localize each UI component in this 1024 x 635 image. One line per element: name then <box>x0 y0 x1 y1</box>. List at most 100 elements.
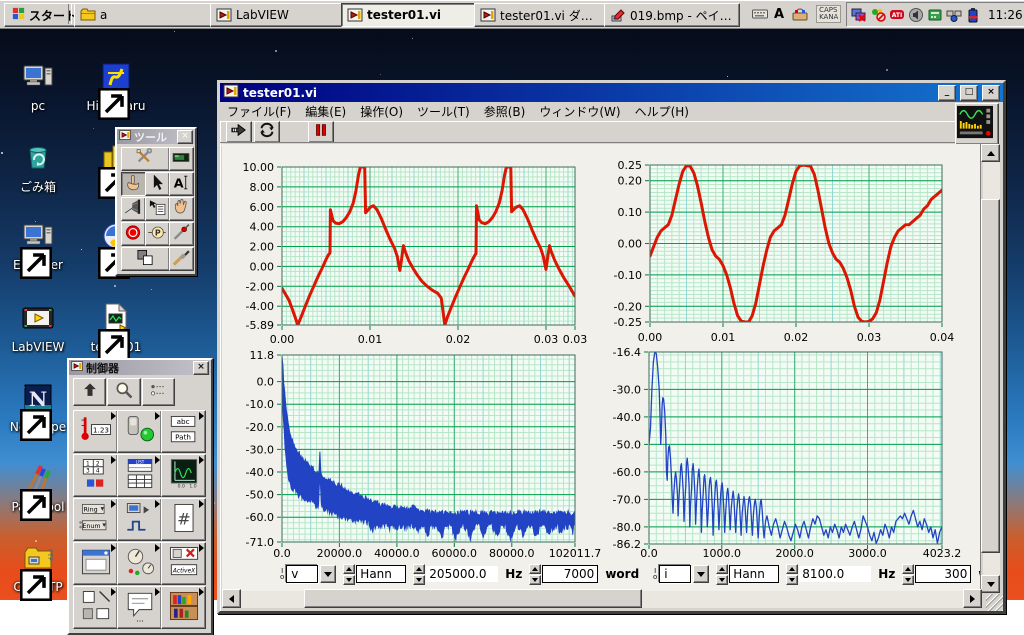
caps-kana-indicator[interactable]: CAPS KANA <box>816 5 842 23</box>
pause-button[interactable] <box>308 120 334 143</box>
volume-icon[interactable] <box>908 7 924 23</box>
menu-file[interactable]: ファイル(F) <box>220 102 298 121</box>
ime-mode-indicator[interactable]: A <box>774 7 784 22</box>
desktop-icon-computer-4[interactable]: Explorer <box>0 220 76 279</box>
controls-category-refnum[interactable]: # <box>161 498 206 541</box>
ati-icon[interactable]: ATI <box>889 7 905 23</box>
resize-grip[interactable] <box>986 594 1003 611</box>
decrement-button[interactable] <box>716 574 729 585</box>
desktop-icon-recycle-2[interactable]: ごみ箱 <box>0 140 76 195</box>
words-value[interactable]: 300 <box>915 565 972 583</box>
vi-icon[interactable] <box>955 103 999 145</box>
controls-category-graph[interactable]: 0.0 1.0 <box>161 454 206 497</box>
tool-breakpoint[interactable] <box>120 222 146 246</box>
scroll-down-button[interactable] <box>981 575 1000 593</box>
tool-object-menu[interactable] <box>144 197 170 221</box>
channel-value[interactable]: i <box>659 565 692 583</box>
controls-category-io[interactable] <box>117 498 162 541</box>
tool-edit-text[interactable]: A <box>168 172 194 196</box>
palette-nav-options-button[interactable] <box>141 378 175 406</box>
dropdown-button[interactable] <box>693 565 710 583</box>
tool-position-select[interactable] <box>144 172 170 196</box>
increment-button[interactable] <box>343 563 356 574</box>
controls-category-activex[interactable]: ActiveX <box>161 542 206 585</box>
start-button[interactable]: スタート <box>4 3 85 27</box>
scroll-left-button[interactable] <box>222 589 241 608</box>
palette-nav-search-button[interactable] <box>107 378 141 406</box>
controls-category-list-table[interactable]: LIST <box>117 454 162 497</box>
tools-palette-titlebar[interactable]: ツール × <box>117 129 195 144</box>
controls-category-array-cluster[interactable]: 1234 <box>73 454 118 497</box>
taskbar-button-LabVIEW[interactable]: LabVIEW <box>210 3 347 27</box>
increment-button[interactable] <box>529 563 542 574</box>
menu-browse[interactable]: 参照(B) <box>477 102 533 121</box>
window-titlebar[interactable]: tester01.vi _ □ × <box>220 83 1003 102</box>
words-value[interactable]: 7000 <box>542 565 599 583</box>
desktop-icon-vi-doc-7[interactable]: tester01 <box>78 302 154 361</box>
taskbar-button-a[interactable]: a <box>74 3 216 27</box>
scroll-up-button[interactable] <box>981 144 1000 162</box>
increment-button[interactable] <box>786 563 799 574</box>
palette-nav-up-button[interactable] <box>73 378 107 406</box>
decrement-button[interactable] <box>902 574 915 585</box>
tool-auto-select[interactable] <box>120 147 170 171</box>
tool-led[interactable] <box>168 147 194 171</box>
menu-help[interactable]: ヘルプ(H) <box>628 102 696 121</box>
controls-category-numeric[interactable]: 1.23 <box>73 410 118 453</box>
toolbox-icon[interactable] <box>790 6 810 22</box>
increment-button[interactable] <box>902 563 915 574</box>
increment-button[interactable] <box>716 563 729 574</box>
increment-button[interactable] <box>413 563 426 574</box>
virus-scan-icon[interactable] <box>870 7 886 23</box>
tool-operate-value[interactable] <box>120 172 146 196</box>
window-value[interactable]: Hann <box>356 565 407 583</box>
run-button[interactable] <box>226 120 252 143</box>
controls-category-containers[interactable] <box>73 542 118 585</box>
decrement-button[interactable] <box>343 574 356 585</box>
pc-card-icon[interactable] <box>927 7 943 23</box>
controls-category-user-controls[interactable]: ... <box>117 586 162 629</box>
controls-category-classic[interactable] <box>117 542 162 585</box>
horizontal-scroll-thumb[interactable] <box>304 589 642 608</box>
display-error-icon[interactable] <box>851 7 867 23</box>
decrement-button[interactable] <box>786 574 799 585</box>
tool-wire[interactable] <box>120 197 146 221</box>
taskbar-button-tester01.vi-...[interactable]: tester01.vi ダイアグ... <box>474 3 610 27</box>
controls-category-string-path[interactable]: abc Path <box>161 410 206 453</box>
run-continuous-button[interactable] <box>254 120 280 143</box>
network-icon[interactable] <box>946 7 962 23</box>
frequency-value[interactable]: 205000.0 <box>426 566 499 582</box>
menu-edit[interactable]: 編集(E) <box>298 102 353 121</box>
desktop-icon-paint-9[interactable]: PaintTool <box>0 462 76 521</box>
window-value[interactable]: Hann <box>729 565 780 583</box>
tool-scroll[interactable] <box>168 197 194 221</box>
controls-category-decorations[interactable] <box>73 586 118 629</box>
decrement-button[interactable] <box>413 574 426 585</box>
close-icon[interactable]: × <box>193 360 209 375</box>
decrement-button[interactable] <box>529 574 542 585</box>
desktop-icon-labview-6[interactable]: LabVIEW <box>0 302 76 354</box>
tool-paint-brush[interactable] <box>168 247 194 271</box>
battery-icon[interactable] <box>965 7 981 23</box>
menu-operate[interactable]: 操作(O) <box>353 102 410 121</box>
controls-category-boolean[interactable] <box>117 410 162 453</box>
tool-get-color[interactable] <box>168 222 194 246</box>
frequency-value[interactable]: 8100.0 <box>799 566 872 582</box>
desktop-icon-computer-0[interactable]: pc <box>0 61 76 113</box>
close-icon[interactable]: × <box>982 84 1000 101</box>
tool-set-color[interactable] <box>120 247 170 271</box>
controls-category-select-control[interactable] <box>161 586 206 629</box>
desktop-icon-netscape-8[interactable]: NNetscape <box>0 382 76 441</box>
controls-palette-titlebar[interactable]: 制御器 × <box>69 360 211 375</box>
keyboard-icon[interactable] <box>752 6 768 22</box>
vertical-scroll-thumb[interactable] <box>981 199 1000 553</box>
dropdown-button[interactable] <box>320 565 337 583</box>
taskbar-button-tester01.vi[interactable]: tester01.vi <box>341 3 480 27</box>
controls-category-ring-enum[interactable]: Ring Enum <box>73 498 118 541</box>
scroll-right-button[interactable] <box>963 589 982 608</box>
minimize-icon[interactable]: _ <box>938 84 956 101</box>
maximize-icon[interactable]: □ <box>960 84 978 101</box>
tool-probe[interactable]: P <box>144 222 170 246</box>
menu-window[interactable]: ウィンドウ(W) <box>532 102 627 121</box>
desktop-icon-cuteftp-10[interactable]: FTPCuteFTP <box>0 542 76 601</box>
